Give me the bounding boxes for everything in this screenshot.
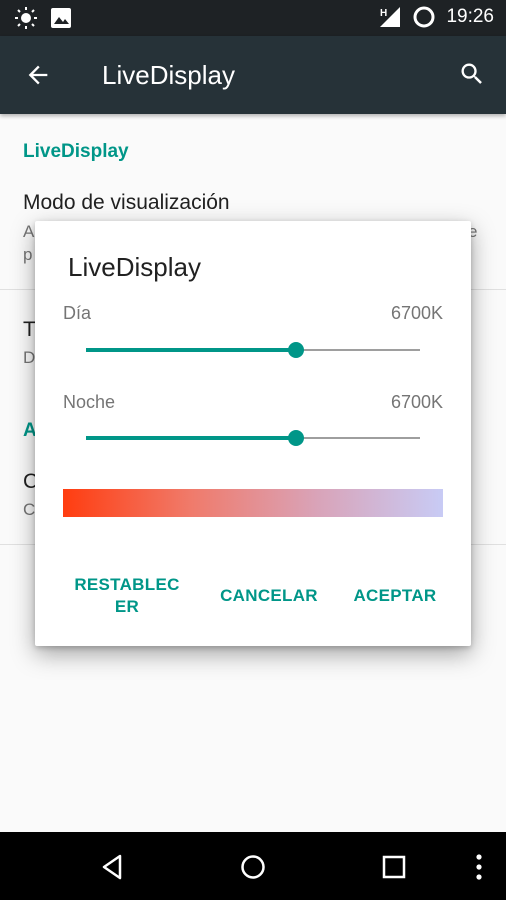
slider-thumb[interactable] [288,342,305,358]
recents-square-icon[interactable] [379,852,409,882]
image-notification-icon [51,8,71,28]
day-value: 6700K [390,303,443,323]
night-temperature-slider[interactable] [86,426,420,450]
back-triangle-icon[interactable] [97,852,127,882]
reset-button-label-line2: ER [114,597,140,616]
night-label: Noche [63,392,116,412]
night-value: 6700K [390,392,443,412]
slider-fill [86,436,297,440]
app-bar: LiveDisplay [0,36,506,114]
reset-button[interactable]: RESTABLEC ER [71,574,183,618]
battery-icon [413,6,435,28]
slider-fill [86,348,297,352]
cancel-button[interactable]: CANCELAR [215,585,323,607]
accept-button[interactable]: ACEPTAR [347,585,443,607]
navigation-bar [0,832,506,900]
search-icon[interactable] [458,60,486,88]
day-temperature-slider[interactable] [86,338,420,362]
reset-button-label-line1: RESTABLEC [74,575,180,594]
brightness-icon [15,7,37,29]
dialog-title: LiveDisplay [68,252,201,282]
network-type-label: H [380,8,387,19]
page-title: LiveDisplay [102,60,235,90]
color-temperature-preview [63,489,443,517]
clock: 19:26 [446,6,494,27]
day-label: Día [63,303,92,323]
back-arrow-icon[interactable] [24,61,52,89]
home-circle-icon[interactable] [238,852,268,882]
livedisplay-dialog: LiveDisplay Día 6700K Noche 6700K RESTAB… [35,221,471,646]
signal-icon: H [380,7,401,27]
slider-thumb[interactable] [288,430,305,446]
status-bar: H 19:26 [0,0,506,36]
menu-dots-icon[interactable] [464,852,494,882]
